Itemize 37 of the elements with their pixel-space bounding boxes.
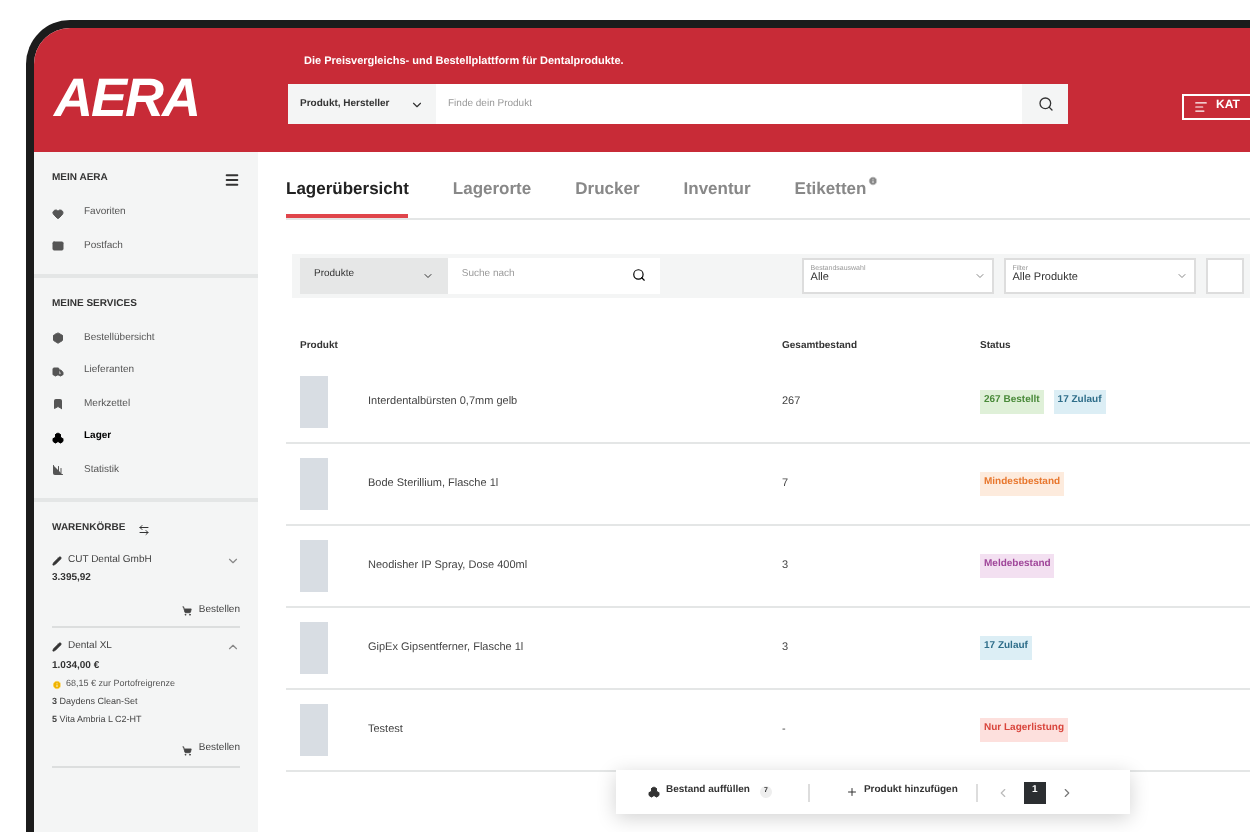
product-photo-placeholder — [300, 621, 328, 674]
product-photo-placeholder — [300, 457, 328, 510]
cart-icon — [182, 605, 193, 616]
plus-icon — [845, 786, 858, 798]
pencil-icon[interactable] — [52, 555, 62, 566]
tab[interactable]: Lagerübersicht — [286, 176, 409, 218]
tab[interactable]: Lagerorte — [452, 176, 532, 218]
bar-chart-icon — [52, 464, 64, 477]
swap-icon[interactable] — [137, 523, 150, 536]
dropdown-field[interactable] — [1206, 257, 1245, 294]
menu-icon[interactable] — [224, 172, 240, 188]
info-icon — [868, 176, 879, 186]
cart-icon — [182, 745, 193, 755]
search-button[interactable] — [1022, 84, 1068, 125]
logo[interactable]: AERA — [54, 72, 200, 126]
chevron-down-icon — [421, 269, 434, 282]
product-photo-placeholder — [300, 703, 328, 756]
chevron-up-icon[interactable] — [226, 640, 240, 655]
chevron-down-icon — [974, 269, 987, 282]
chevron-down-icon — [410, 97, 424, 112]
package-icon — [52, 332, 64, 345]
menu-icon — [1194, 100, 1208, 114]
heart-icon — [52, 207, 64, 220]
pencil-icon[interactable] — [52, 642, 62, 653]
chevron-down-icon[interactable] — [226, 553, 240, 568]
product-photo-placeholder — [300, 539, 328, 592]
search-icon — [1037, 96, 1053, 113]
chevron-down-icon — [1176, 269, 1189, 282]
product-photo-placeholder — [300, 375, 328, 428]
chevron-right-icon[interactable] — [1059, 785, 1074, 799]
tab[interactable]: Inventur — [683, 176, 751, 218]
info-icon — [52, 679, 62, 690]
search-icon — [632, 268, 647, 283]
tab[interactable]: Etiketten — [794, 176, 879, 218]
bookmark-icon — [52, 398, 64, 411]
truck-icon — [52, 365, 64, 378]
tab[interactable]: Drucker — [575, 176, 640, 218]
